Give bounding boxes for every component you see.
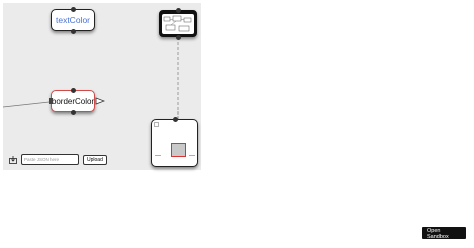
import-icon[interactable] <box>9 155 17 164</box>
json-paste-input[interactable] <box>21 154 79 165</box>
sandbox-node[interactable] <box>151 117 198 167</box>
sandbox-left-resize-icon[interactable] <box>155 154 161 157</box>
bordercolor-bottom-port[interactable] <box>71 110 76 115</box>
open-sandbox-button[interactable]: Open Sandbox <box>422 227 466 240</box>
preview-top-port[interactable] <box>176 8 181 13</box>
upload-button[interactable]: Upload <box>83 154 107 165</box>
preview-node[interactable] <box>159 8 197 40</box>
preview-thumbnail <box>162 13 194 34</box>
bordercolor-left-handle[interactable] <box>49 98 53 104</box>
flow-canvas[interactable]: textColor borderColor Paste JSON here Up… <box>3 3 201 170</box>
textcolor-node-label: textColor <box>55 15 90 25</box>
preview-thumbnail-icon <box>163 15 192 31</box>
sandbox-corner-icon <box>154 122 159 127</box>
bordercolor-node[interactable]: borderColor <box>49 88 95 115</box>
edge-into-bordercolor <box>3 101 50 108</box>
preview-bottom-port[interactable] <box>176 35 181 40</box>
sandbox-preview <box>171 143 186 157</box>
bordercolor-top-port[interactable] <box>71 88 76 93</box>
textcolor-bottom-port[interactable] <box>71 29 76 34</box>
bordercolor-node-label: borderColor <box>51 96 95 106</box>
textcolor-node[interactable]: textColor <box>51 7 95 34</box>
bordercolor-output-arrow-icon[interactable] <box>95 97 105 105</box>
sandbox-top-port[interactable] <box>173 117 178 122</box>
sandbox-right-resize-icon[interactable] <box>189 154 195 157</box>
textcolor-top-port[interactable] <box>71 7 76 12</box>
import-toolbar: Upload <box>9 154 107 165</box>
